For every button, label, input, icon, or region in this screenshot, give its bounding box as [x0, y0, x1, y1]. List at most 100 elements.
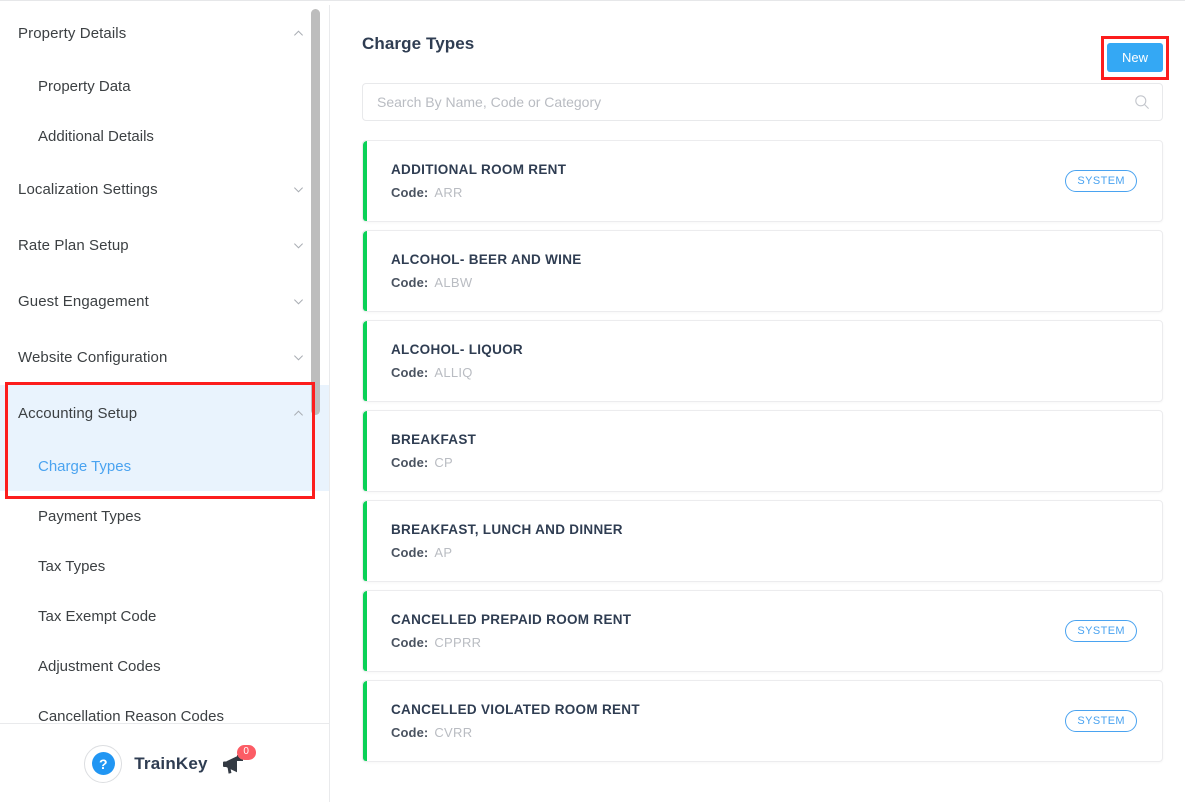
chevron-down-icon[interactable] [293, 352, 304, 363]
list-item[interactable]: ALCOHOL- LIQUOR Code:ALLIQ [362, 320, 1163, 402]
sidebar-item-property-data[interactable]: Property Data [0, 61, 330, 111]
card-body: CANCELLED PREPAID ROOM RENT Code:CPPRR [363, 612, 631, 650]
code-value: CP [434, 455, 453, 470]
sidebar-group-label: Localization Settings [18, 181, 158, 198]
sidebar-scroll-area[interactable]: Property Details Property Data Additiona… [0, 5, 330, 723]
sidebar-scrollbar[interactable] [311, 5, 320, 723]
chevron-down-icon[interactable] [293, 240, 304, 251]
sidebar-item-label: Cancellation Reason Codes [38, 708, 224, 724]
list-item[interactable]: ALCOHOL- BEER AND WINE Code: ALBW [362, 230, 1163, 312]
charge-type-name: ADDITIONAL ROOM RENT [391, 162, 566, 177]
chevron-up-icon[interactable] [293, 28, 304, 39]
charge-type-name: CANCELLED PREPAID ROOM RENT [391, 612, 631, 627]
list-item[interactable]: CANCELLED PREPAID ROOM RENT Code:CPPRR S… [362, 590, 1163, 672]
charge-type-code-line: Code: AP [391, 545, 623, 560]
chevron-up-icon[interactable] [293, 408, 304, 419]
status-accent-bar [363, 501, 367, 582]
sidebar-item-label: Additional Details [38, 128, 154, 145]
sidebar-item-tax-types[interactable]: Tax Types [0, 541, 330, 591]
sidebar-section-property-details: Property Details Property Data Additiona… [0, 5, 330, 161]
code-value: CPPRR [434, 635, 481, 650]
status-accent-bar [363, 411, 367, 492]
help-button[interactable]: ? [84, 745, 122, 783]
list-item[interactable]: BREAKFAST, LUNCH AND DINNER Code: AP [362, 500, 1163, 582]
sidebar-item-cancellation-reason-codes[interactable]: Cancellation Reason Codes [0, 691, 330, 723]
charge-type-name: BREAKFAST [391, 432, 476, 447]
sidebar-group-localization-settings[interactable]: Localization Settings [0, 161, 330, 217]
search-input[interactable] [363, 84, 1162, 120]
sidebar-group-label: Accounting Setup [18, 405, 137, 422]
charge-type-name: BREAKFAST, LUNCH AND DINNER [391, 522, 623, 537]
page-header: Charge Types New [331, 5, 1185, 83]
code-label: Code: [391, 185, 428, 200]
card-body: ALCOHOL- BEER AND WINE Code: ALBW [363, 252, 582, 290]
status-accent-bar [363, 231, 367, 312]
main-content: Charge Types New ADDITIONAL ROOM RENT [331, 5, 1185, 802]
application-window: Property Details Property Data Additiona… [0, 0, 1185, 802]
sidebar-item-charge-types[interactable]: Charge Types [0, 441, 330, 491]
sidebar-item-additional-details[interactable]: Additional Details [0, 111, 330, 161]
charge-type-code-line: Code: CVRR [391, 725, 640, 740]
sidebar-section-accounting-setup: Accounting Setup Charge Types [0, 385, 330, 491]
chevron-down-icon[interactable] [293, 296, 304, 307]
code-value: CVRR [434, 725, 472, 740]
card-body: ADDITIONAL ROOM RENT Code: ARR [363, 162, 566, 200]
status-accent-bar [363, 141, 367, 222]
new-button[interactable]: New [1107, 43, 1163, 72]
sidebar-item-label: Property Data [38, 78, 131, 95]
sidebar-footer: ? TrainKey 0 [0, 723, 330, 802]
search-box[interactable] [362, 83, 1163, 121]
list-item[interactable]: ADDITIONAL ROOM RENT Code: ARR SYSTEM [362, 140, 1163, 222]
sidebar-section-rate-plan-setup: Rate Plan Setup [0, 217, 330, 273]
page-title: Charge Types [362, 34, 474, 54]
sidebar-item-adjustment-codes[interactable]: Adjustment Codes [0, 641, 330, 691]
code-label: Code: [391, 545, 428, 560]
search-row [331, 83, 1185, 121]
sidebar-group-label: Property Details [18, 25, 126, 42]
charge-type-code-line: Code:ALLIQ [391, 365, 523, 380]
card-body: CANCELLED VIOLATED ROOM RENT Code:CVRR [363, 702, 640, 740]
charge-type-code-line: Code:CPPRR [391, 635, 631, 650]
code-label: Code: [391, 455, 428, 470]
sidebar-item-payment-types[interactable]: Payment Types [0, 491, 330, 541]
code-value: ALLIQ [434, 365, 472, 380]
sidebar-group-label: Guest Engagement [18, 293, 149, 310]
charge-type-name: ALCOHOL- LIQUOR [391, 342, 523, 357]
sidebar-group-property-details[interactable]: Property Details [0, 5, 330, 61]
list-item[interactable]: BREAKFAST Code: CP [362, 410, 1163, 492]
sidebar-group-accounting-setup[interactable]: Accounting Setup [0, 385, 330, 441]
sidebar-navigation: Property Details Property Data Additiona… [0, 5, 330, 802]
sidebar-group-website-configuration[interactable]: Website Configuration [0, 329, 330, 385]
charge-types-list[interactable]: ADDITIONAL ROOM RENT Code: ARR SYSTEM ALC… [331, 140, 1185, 780]
sidebar-item-label: Adjustment Codes [38, 658, 161, 675]
question-mark-icon: ? [92, 752, 115, 775]
status-badge: SYSTEM [1065, 620, 1137, 642]
code-value: AP [434, 545, 452, 560]
sidebar-group-rate-plan-setup[interactable]: Rate Plan Setup [0, 217, 330, 273]
search-icon[interactable] [1134, 94, 1150, 110]
code-label: Code: [391, 275, 428, 290]
sidebar-group-label: Rate Plan Setup [18, 237, 129, 254]
announcements-button[interactable]: 0 [220, 753, 246, 775]
status-accent-bar [363, 591, 367, 672]
brand-label: TrainKey [134, 754, 207, 774]
card-body: BREAKFAST Code: CP [363, 432, 476, 470]
sidebar-item-tax-exempt-code[interactable]: Tax Exempt Code [0, 591, 330, 641]
code-value: ARR [434, 185, 462, 200]
code-value: ALBW [434, 275, 472, 290]
sidebar-scrollbar-thumb[interactable] [311, 9, 320, 415]
sidebar-section-website-configuration: Website Configuration [0, 329, 330, 385]
status-accent-bar [363, 681, 367, 762]
sidebar-item-label: Charge Types [38, 458, 131, 475]
charge-type-name: ALCOHOL- BEER AND WINE [391, 252, 582, 267]
code-label: Code: [391, 725, 428, 740]
status-badge: SYSTEM [1065, 170, 1137, 192]
sidebar-item-label: Payment Types [38, 508, 141, 525]
charge-type-code-line: Code: CP [391, 455, 476, 470]
list-item[interactable]: CANCELLED VIOLATED ROOM RENT Code:CVRR S… [362, 680, 1163, 762]
sidebar-item-label: Tax Types [38, 558, 105, 575]
sidebar-section-localization-settings: Localization Settings [0, 161, 330, 217]
chevron-down-icon[interactable] [293, 184, 304, 195]
status-badge: SYSTEM [1065, 710, 1137, 732]
sidebar-group-guest-engagement[interactable]: Guest Engagement [0, 273, 330, 329]
